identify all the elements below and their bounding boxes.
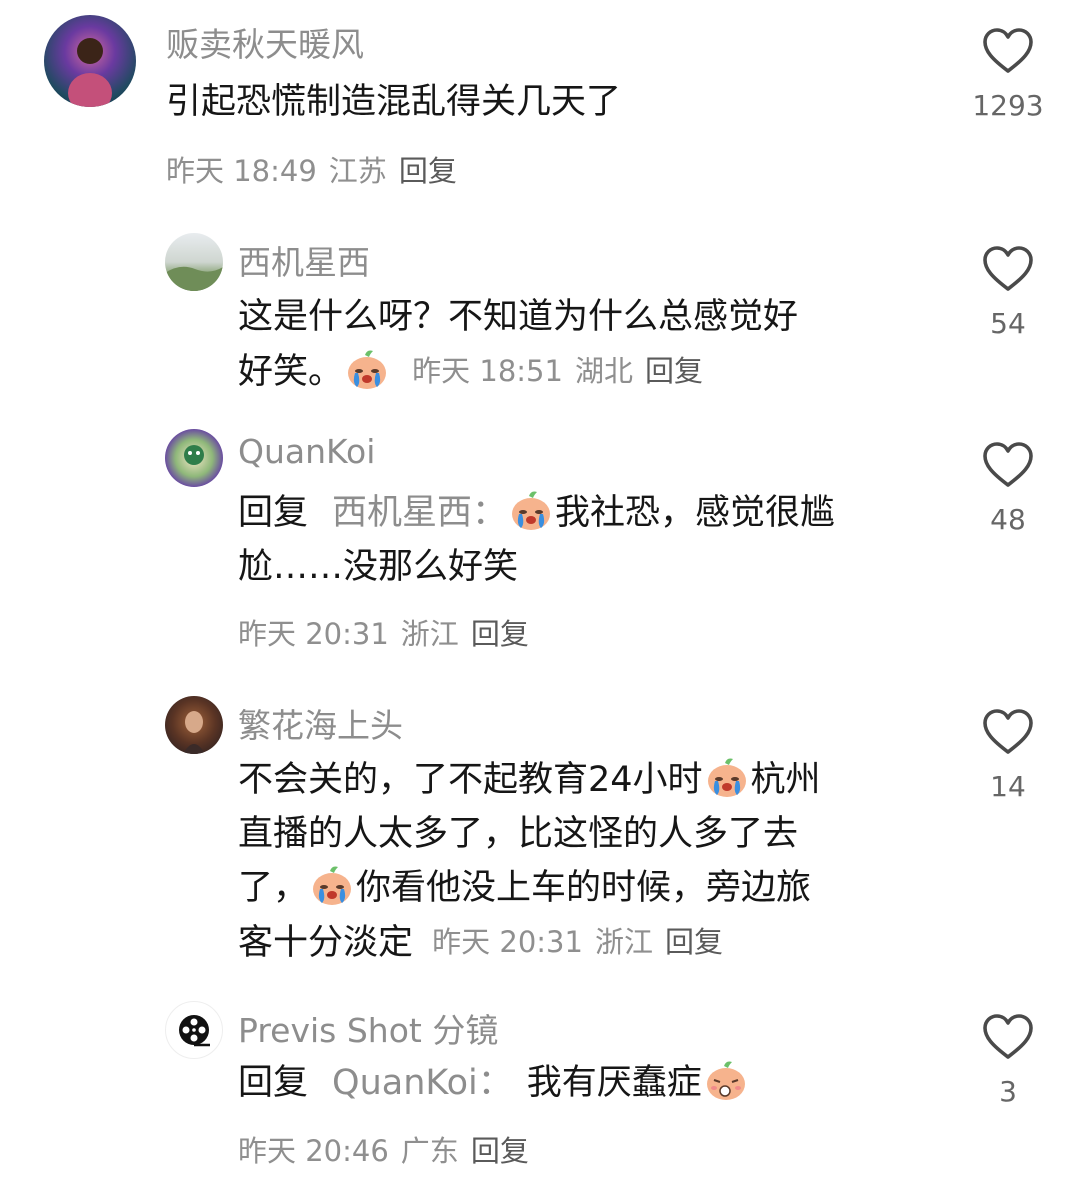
comment-text: 引起恐慌制造混乱得关几天了 (166, 82, 622, 122)
comment-text-line-2: 直播的人太多了，比这怪的人多了去 (238, 814, 799, 854)
comment-text-line-3: 了， 你看他没上车的时候，旁边旅 (238, 862, 811, 915)
disgusted-emoji-icon (704, 1058, 748, 1102)
reply-prefix: 回复 (238, 493, 309, 533)
avatar[interactable] (165, 696, 223, 754)
timestamp: 昨天 18:51 (412, 354, 563, 388)
cartoon-avatar-icon (184, 445, 204, 465)
timestamp: 昨天 18:49 (166, 154, 317, 188)
username[interactable]: 繁花海上头 (238, 699, 403, 747)
comment-text: 客十分淡定 (238, 923, 414, 963)
film-reel-icon (179, 1015, 210, 1047)
reply-target-username[interactable]: QuanKoi： (332, 1063, 513, 1103)
reply-prefix: 回复 (238, 1063, 309, 1103)
comment-text-line-4: 客十分淡定 昨天 20:31 浙江 回复 (238, 916, 723, 970)
reply-button[interactable]: 回复 (399, 154, 457, 188)
username[interactable]: 贩卖秋天暖风 (166, 18, 364, 66)
heart-icon[interactable] (982, 1013, 1034, 1061)
location: 江苏 (328, 154, 387, 188)
avatar[interactable] (165, 1001, 223, 1059)
comment-text-line-2: 好笑。 昨天 18:51 湖北 回复 (238, 345, 703, 399)
avatar[interactable] (165, 233, 223, 291)
like-count: 14 (990, 770, 1026, 803)
reply-button[interactable]: 回复 (645, 354, 703, 388)
comment-text: 不会关的，了不起教育24小时 (238, 760, 703, 800)
reply-target-username[interactable]: 西机星西： (332, 493, 507, 533)
username[interactable]: Previs Shot 分镜 (238, 1004, 498, 1052)
comment-text: 好笑。 (238, 352, 344, 392)
comment-text: 杭州 (750, 760, 821, 800)
crying-emoji-icon (310, 863, 354, 907)
like-button[interactable]: 1293 (968, 27, 1048, 122)
comment-meta: 昨天 18:49 江苏 回复 (166, 148, 457, 190)
comment-meta: 昨天 20:31 浙江 回复 (238, 611, 529, 653)
location: 浙江 (400, 617, 459, 651)
heart-icon[interactable] (982, 27, 1034, 75)
like-count: 48 (990, 503, 1026, 536)
portrait-icon (183, 711, 205, 754)
crying-emoji-icon (705, 755, 749, 799)
comment-text-line-1: 这是什么呀？不知道为什么总感觉好 (238, 297, 799, 337)
timestamp: 昨天 20:31 (238, 617, 389, 651)
timestamp: 昨天 20:31 (432, 925, 583, 959)
like-button[interactable]: 48 (968, 441, 1048, 536)
reply-button[interactable]: 回复 (471, 617, 529, 651)
like-button[interactable]: 3 (968, 1013, 1048, 1108)
avatar[interactable] (44, 15, 136, 107)
heart-icon[interactable] (982, 441, 1034, 489)
username[interactable]: QuanKoi (238, 432, 375, 471)
like-count: 1293 (972, 89, 1044, 122)
reply-button[interactable]: 回复 (471, 1134, 529, 1168)
crying-emoji-icon (345, 347, 389, 391)
like-button[interactable]: 54 (968, 245, 1048, 340)
location: 湖北 (574, 354, 633, 388)
comment-text: 你看他没上车的时候，旁边旅 (356, 868, 812, 908)
timestamp: 昨天 20:46 (238, 1134, 389, 1168)
location: 浙江 (594, 925, 653, 959)
username[interactable]: 西机星西 (238, 236, 370, 284)
comment-text-line-2: 尬……没那么好笑 (238, 547, 519, 587)
comment-text: 了， (238, 868, 309, 908)
like-count: 3 (999, 1075, 1017, 1108)
heart-icon[interactable] (982, 245, 1034, 293)
comment-text: 我社恐，感觉很尴 (555, 493, 836, 533)
location: 广东 (400, 1134, 459, 1168)
landscape-icon (165, 266, 223, 291)
like-count: 54 (990, 307, 1026, 340)
comment-text: 我有厌蠢症 (526, 1063, 702, 1103)
comment-text-line-1: 回复 西机星西： 我社恐，感觉很尴 (238, 487, 835, 540)
comment-text-line-1: 回复 QuanKoi： 我有厌蠢症 (238, 1057, 750, 1110)
crying-emoji-icon (509, 488, 553, 532)
comment-meta: 昨天 20:46 广东 回复 (238, 1128, 529, 1170)
like-button[interactable]: 14 (968, 708, 1048, 803)
reply-button[interactable]: 回复 (665, 925, 723, 959)
heart-icon[interactable] (982, 708, 1034, 756)
comment-text-line-1: 不会关的，了不起教育24小时 杭州 (238, 754, 821, 807)
avatar[interactable] (165, 429, 223, 487)
avatar-person-icon (68, 38, 112, 107)
